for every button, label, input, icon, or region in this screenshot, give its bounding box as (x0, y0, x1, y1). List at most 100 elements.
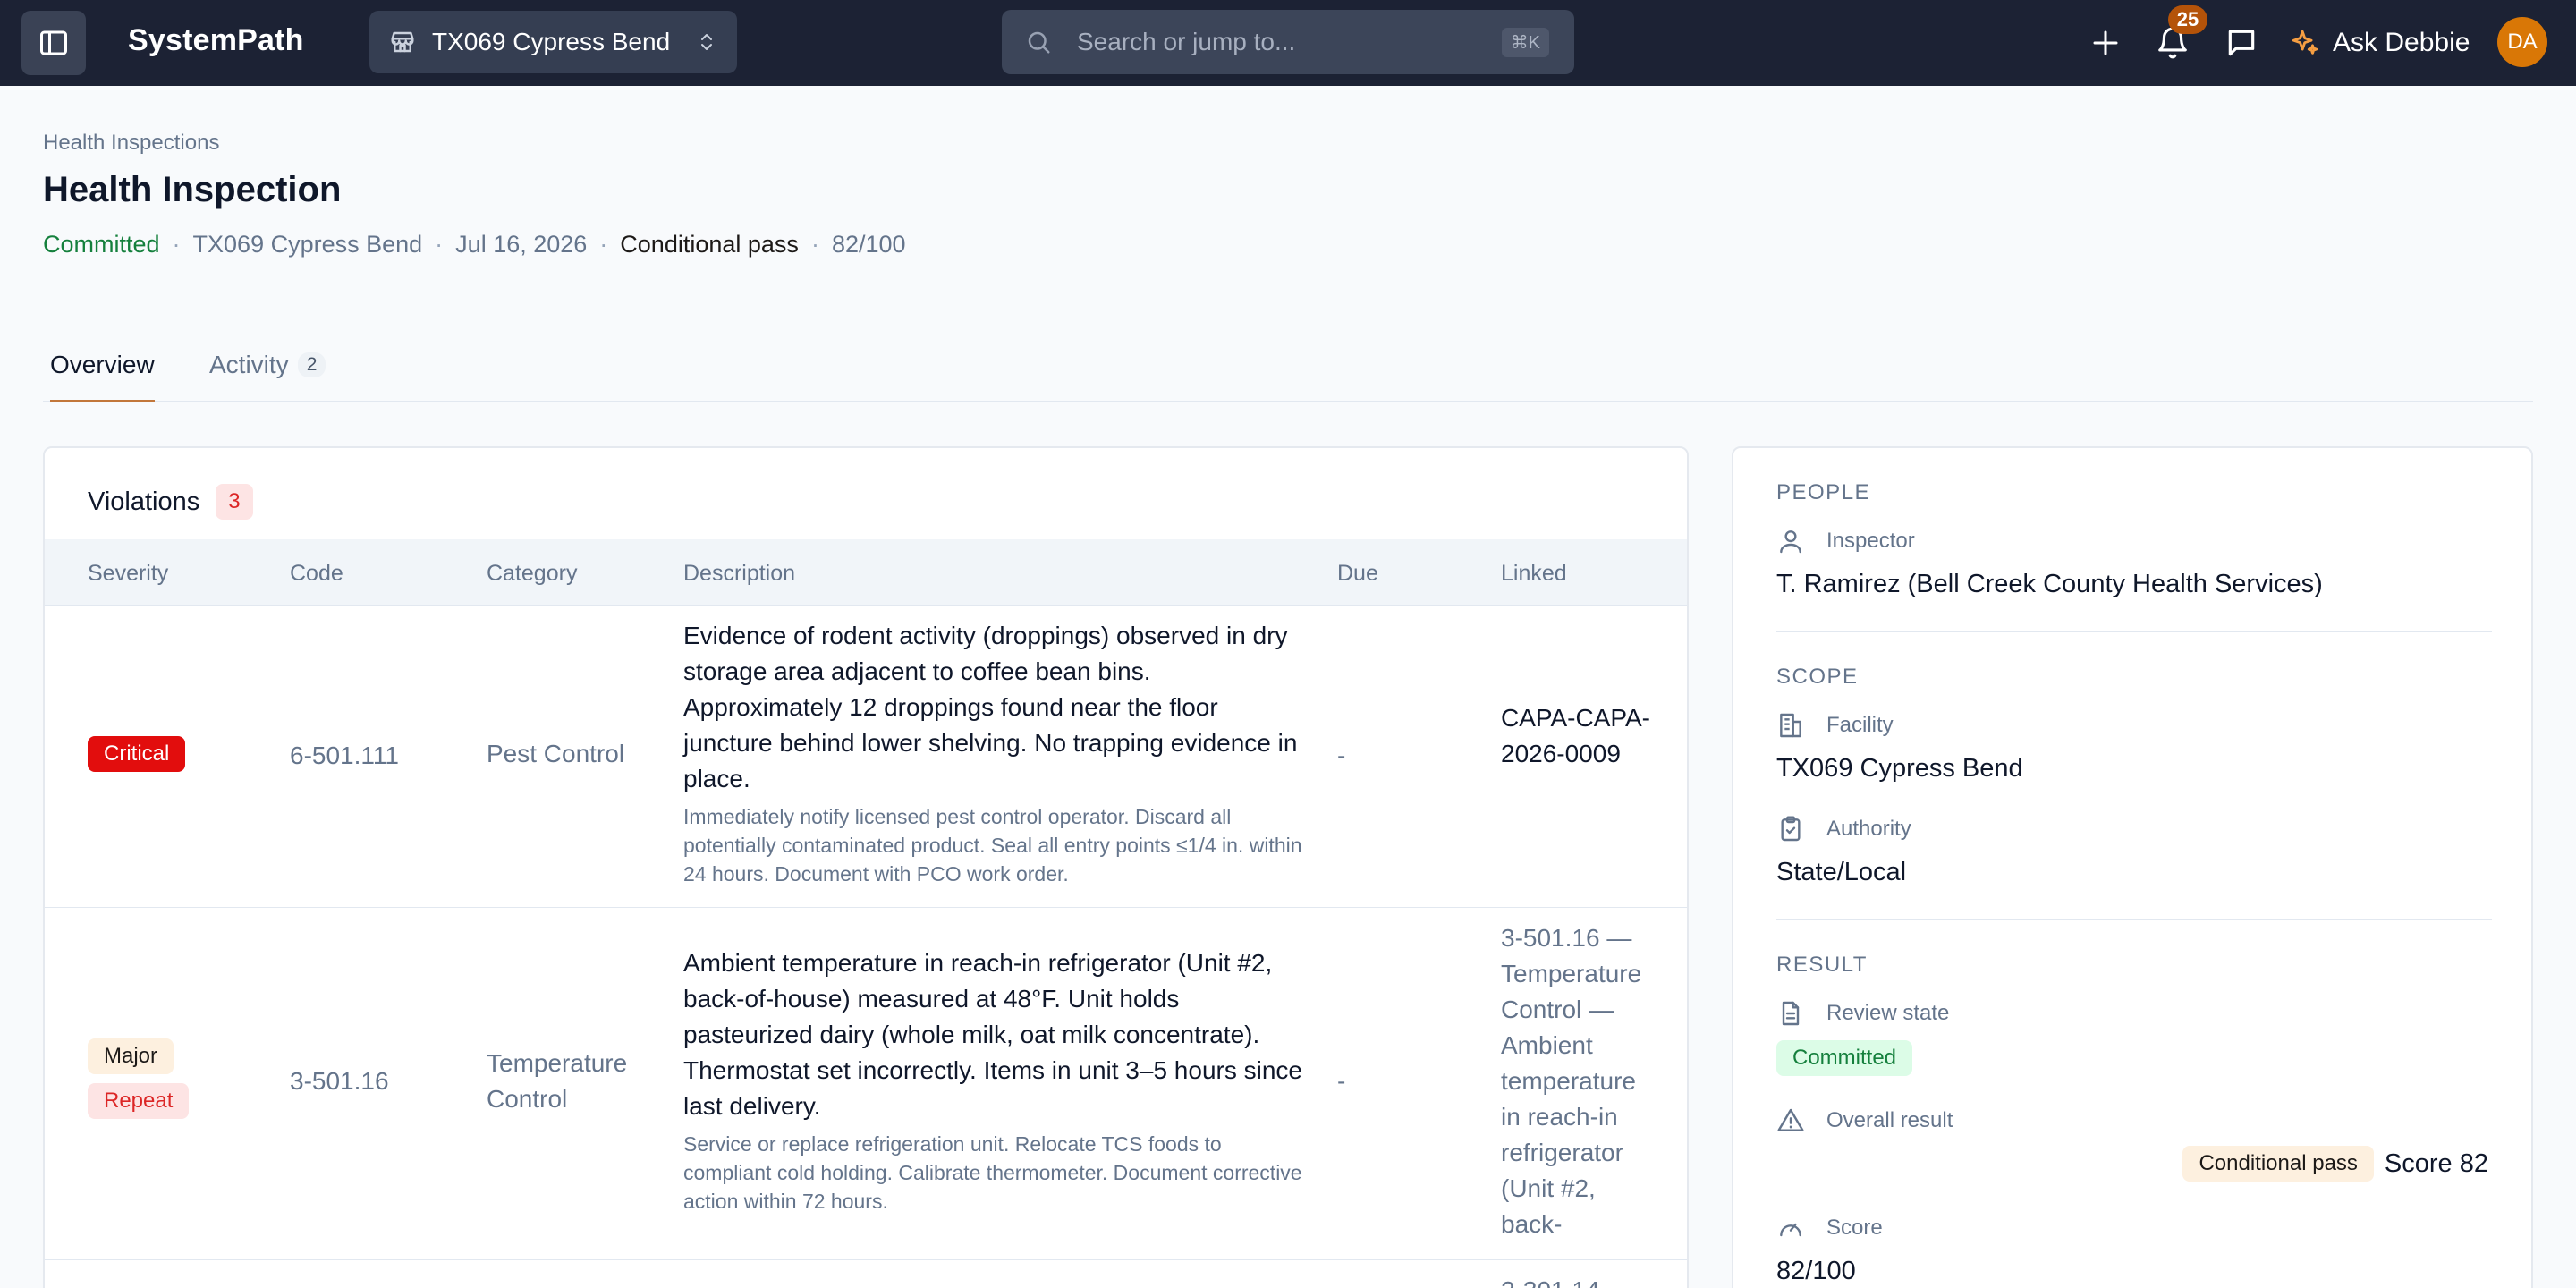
corrective-action-text: Service or replace refrigeration unit. R… (683, 1132, 1302, 1213)
status-text: Committed (43, 231, 160, 258)
meta-score: 82/100 (831, 231, 906, 258)
result-section-title: RESULT (1776, 953, 1868, 977)
violations-count-badge: 3 (216, 484, 253, 520)
description-cell: Ambient temperature in reach-in refriger… (683, 945, 1309, 1216)
score-value: 82/100 (1776, 1257, 1856, 1285)
create-button[interactable] (2084, 21, 2127, 64)
severity-cell: Major Repeat (88, 1038, 190, 1119)
sidebar-toggle-button[interactable] (21, 11, 86, 75)
clipboard-check-icon (1781, 816, 1801, 842)
column-header-linked[interactable]: Linked (1501, 561, 1567, 587)
tab-overview-label: Overview (50, 351, 155, 378)
column-header-due[interactable]: Due (1337, 561, 1378, 587)
ask-assistant-label: Ask Debbie (2333, 28, 2470, 57)
global-search-input[interactable]: Search or jump to... ⌘K (1002, 10, 1574, 74)
violations-card: Violations 3 Severity Code Category Desc… (43, 446, 1689, 1288)
category-cell: Temperature Control (487, 1049, 628, 1113)
authority-label: Authority (1776, 815, 1911, 843)
code-cell: 3-501.16 (290, 1067, 389, 1095)
authority-value: State/Local (1776, 858, 1907, 886)
search-placeholder: Search or jump to... (1077, 28, 1296, 55)
violations-title-label: Violations (88, 487, 200, 516)
location-switcher[interactable]: TX069 Cypress Bend (369, 11, 737, 73)
brand-logo[interactable]: SystemPath (128, 23, 304, 58)
people-section-title: PEOPLE (1776, 480, 1871, 504)
chevron-up-down-icon (701, 34, 712, 50)
facility-value: TX069 Cypress Bend (1776, 754, 2023, 783)
table-header: Severity Code Category Description Due L… (45, 539, 1687, 606)
review-state-label-text: Review state (1826, 1001, 1950, 1025)
violations-title: Violations 3 (88, 484, 253, 520)
inspector-value: T. Ramirez (Bell Creek County Health Ser… (1776, 570, 2323, 598)
column-header-description[interactable]: Description (683, 561, 795, 587)
category-cell: Pest Control (487, 740, 625, 767)
section-divider (1776, 631, 2492, 632)
table-row[interactable]: 2-301.14 (45, 1260, 1687, 1288)
building-icon (1780, 713, 1801, 738)
search-icon (1028, 31, 1050, 54)
user-icon (1780, 530, 1801, 554)
inspection-details-panel: PEOPLE Inspector T. Ramirez (Bell Creek … (1732, 446, 2533, 1288)
tab-overview[interactable]: Overview (50, 351, 155, 402)
section-divider (1776, 919, 2492, 920)
store-icon (391, 31, 414, 53)
overall-score-text: Score 82 (2384, 1148, 2488, 1178)
description-cell: Evidence of rodent activity (droppings) … (683, 618, 1309, 888)
violation-description: Ambient temperature in reach-in refriger… (683, 949, 1302, 1120)
inspection-meta-row: Committed · TX069 Cypress Bend · Jul 16,… (43, 231, 906, 258)
overall-result-label: Overall result (1776, 1106, 1953, 1135)
linked-violation-link[interactable]: 2-301.14 (1501, 1273, 1671, 1288)
due-cell: - (1337, 1067, 1346, 1095)
breadcrumb[interactable]: Health Inspections (43, 131, 219, 156)
search-shortcut-hint: ⌘K (1501, 28, 1549, 57)
tab-activity-label: Activity (209, 351, 289, 378)
score-label: Score (1776, 1214, 1883, 1242)
column-header-severity[interactable]: Severity (88, 561, 168, 587)
inspector-label: Inspector (1776, 527, 1915, 555)
tab-activity-count: 2 (297, 352, 326, 377)
facility-label-text: Facility (1826, 713, 1894, 737)
overall-result-badge: Conditional pass (2182, 1146, 2374, 1182)
severity-badge-major: Major (88, 1038, 174, 1074)
separator-dot: · (810, 231, 819, 258)
review-state-label: Review state (1776, 999, 1949, 1028)
separator-dot: · (599, 231, 608, 258)
overall-result-label-text: Overall result (1826, 1108, 1953, 1132)
sparkle-icon (2292, 30, 2318, 55)
tab-activity[interactable]: Activity 2 (209, 351, 326, 402)
column-header-category[interactable]: Category (487, 561, 577, 587)
inspector-label-text: Inspector (1826, 529, 1915, 553)
location-switcher-label: TX069 Cypress Bend (432, 28, 671, 55)
overall-result-value: Conditional pass Score 82 (2182, 1146, 2488, 1182)
due-cell: - (1337, 741, 1346, 769)
page-title: Health Inspection (43, 170, 342, 209)
meta-date: Jul 16, 2026 (455, 231, 588, 258)
separator-dot: · (172, 231, 181, 258)
sidebar-panel-icon (40, 30, 67, 55)
tab-bar: Overview Activity 2 (43, 347, 2533, 402)
scope-section-title: SCOPE (1776, 665, 1859, 689)
code-cell: 6-501.111 (290, 741, 399, 769)
severity-badge-critical: Critical (88, 736, 186, 772)
separator-dot: · (435, 231, 444, 258)
notification-count-badge: 25 (2168, 5, 2207, 34)
meta-result: Conditional pass (620, 231, 799, 258)
messages-button[interactable] (2220, 21, 2263, 64)
violation-description: Evidence of rodent activity (droppings) … (683, 622, 1298, 792)
linked-violation-link[interactable]: 3-501.16 — Temperature Control — Ambient… (1501, 920, 1660, 1242)
score-label-text: Score (1826, 1216, 1883, 1240)
ask-assistant-button[interactable]: Ask Debbie (2290, 21, 2470, 64)
authority-label-text: Authority (1826, 817, 1911, 841)
plus-icon (2093, 30, 2118, 55)
table-row[interactable]: Critical 6-501.111 Pest Control Evidence… (45, 606, 1687, 908)
top-navigation-bar: SystemPath TX069 Cypress Bend Search or … (0, 0, 2576, 86)
document-icon (1782, 1001, 1800, 1026)
repeat-badge: Repeat (88, 1083, 190, 1119)
user-avatar[interactable]: DA (2497, 17, 2547, 67)
gauge-icon (1780, 1223, 1801, 1237)
table-row[interactable]: Major Repeat 3-501.16 Temperature Contro… (45, 908, 1687, 1260)
corrective-action-text: Immediately notify licensed pest control… (683, 805, 1302, 886)
chat-icon (2228, 30, 2255, 56)
linked-capa-link[interactable]: CAPA-CAPA-2026-0009 (1501, 700, 1671, 772)
column-header-code[interactable]: Code (290, 561, 343, 587)
